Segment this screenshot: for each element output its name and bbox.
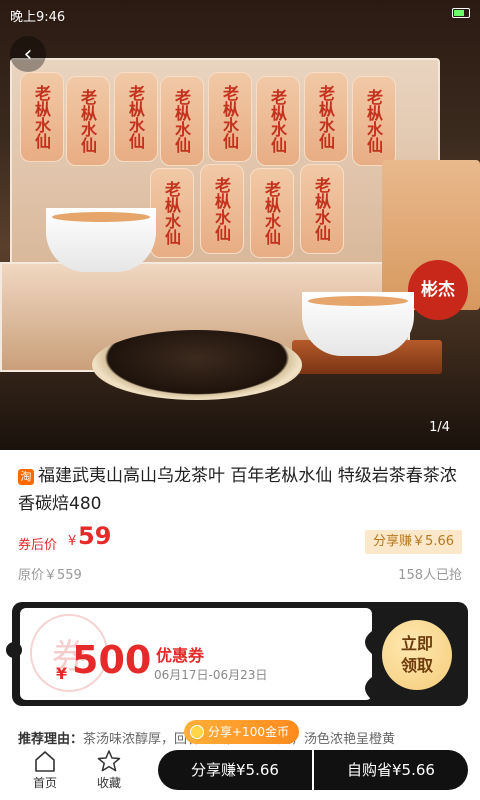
original-price-row: 原价￥559 158人已抢 <box>18 564 462 584</box>
carousel-page-indicator: 1/4 <box>429 420 450 435</box>
original-price: 原价￥559 <box>18 568 82 583</box>
tea-packet: 老枞水仙 <box>304 72 348 162</box>
tea-packet: 老枞水仙 <box>114 72 158 162</box>
tea-packet: 老枞水仙 <box>250 168 294 258</box>
tea-cup <box>302 292 414 356</box>
currency-symbol: ¥ <box>68 534 77 549</box>
tea-packet: 老枞水仙 <box>300 164 344 254</box>
status-bar: 晚上9:46 <box>0 0 480 28</box>
share-coin-text: 分享+100金币 <box>208 725 289 739</box>
coupon-card[interactable]: 券 ¥ 500 优惠券 06月17日-06月23日 立即 领取 <box>6 602 468 706</box>
claim-coupon-button[interactable]: 立即 领取 <box>382 620 452 690</box>
product-image-carousel[interactable]: 晚上9:46 ‹ 老枞水仙 老枞水仙 老枞水仙 老枞水仙 老枞水仙 老枞水仙 老… <box>0 0 480 450</box>
nav-favorite-label: 收藏 <box>96 776 121 790</box>
share-earn-button[interactable]: 分享赚¥5.66 <box>158 750 312 790</box>
claim-label-line2: 领取 <box>400 656 433 675</box>
claim-label-line1: 立即 <box>400 634 433 653</box>
tea-packet: 老枞水仙 <box>150 168 194 258</box>
nav-home-label: 首页 <box>32 776 57 790</box>
coupon-price: 59 <box>78 522 112 550</box>
tea-packet: 老枞水仙 <box>160 76 204 166</box>
tea-liquid <box>52 212 150 222</box>
share-coin-reward-tag[interactable]: 分享+100金币 <box>184 720 299 744</box>
tea-packet: 老枞水仙 <box>66 76 110 166</box>
product-detail-page: 晚上9:46 ‹ 老枞水仙 老枞水仙 老枞水仙 老枞水仙 老枞水仙 老枞水仙 老… <box>0 0 480 800</box>
nav-home[interactable]: 首页 <box>20 748 70 800</box>
coupon-amount: 500 <box>72 638 152 682</box>
brand-seal: 彬杰 <box>408 260 468 320</box>
product-title: 淘福建武夷山高山乌龙茶叶 百年老枞水仙 特级岩茶春茶浓香碳焙480 <box>18 462 466 518</box>
recommend-label: 推荐理由： <box>18 732 84 747</box>
nav-favorite[interactable]: 收藏 <box>84 748 134 800</box>
tea-packet: 老枞水仙 <box>200 164 244 254</box>
battery-icon <box>452 8 470 18</box>
coupon-notch <box>6 642 22 658</box>
home-icon <box>35 751 55 772</box>
tea-cup <box>46 208 156 272</box>
price-row: 券后价 ¥ 59 分享赚￥5.66 <box>18 522 462 554</box>
tea-leaves-plate <box>92 330 302 400</box>
tea-packet: 老枞水仙 <box>256 76 300 166</box>
chevron-left-icon: ‹ <box>23 41 33 67</box>
coin-icon <box>190 725 204 739</box>
coupon-type: 优惠券 <box>156 646 205 665</box>
bottom-action-bar: 首页 收藏 分享赚¥5.66 自购省¥5.66 <box>0 748 480 800</box>
sold-count: 158人已抢 <box>398 568 462 583</box>
status-time: 晚上9:46 <box>10 10 66 25</box>
self-buy-button[interactable]: 自购省¥5.66 <box>314 750 468 790</box>
coupon-ticket: 券 ¥ 500 优惠券 06月17日-06月23日 <box>20 608 372 700</box>
taobao-badge-icon: 淘 <box>18 469 34 485</box>
coupon-currency: ¥ <box>56 664 68 683</box>
tea-packet: 老枞水仙 <box>20 72 64 162</box>
tea-liquid <box>308 296 408 306</box>
product-title-text: 福建武夷山高山乌龙茶叶 百年老枞水仙 特级岩茶春茶浓香碳焙480 <box>18 466 457 514</box>
share-earn-tag[interactable]: 分享赚￥5.66 <box>365 530 462 554</box>
star-icon <box>97 750 121 772</box>
back-button[interactable]: ‹ <box>10 36 46 72</box>
tea-packet: 老枞水仙 <box>208 72 252 162</box>
tea-packet: 老枞水仙 <box>352 76 396 166</box>
coupon-date-range: 06月17日-06月23日 <box>154 668 268 682</box>
coupon-price-label: 券后价 <box>18 538 58 553</box>
